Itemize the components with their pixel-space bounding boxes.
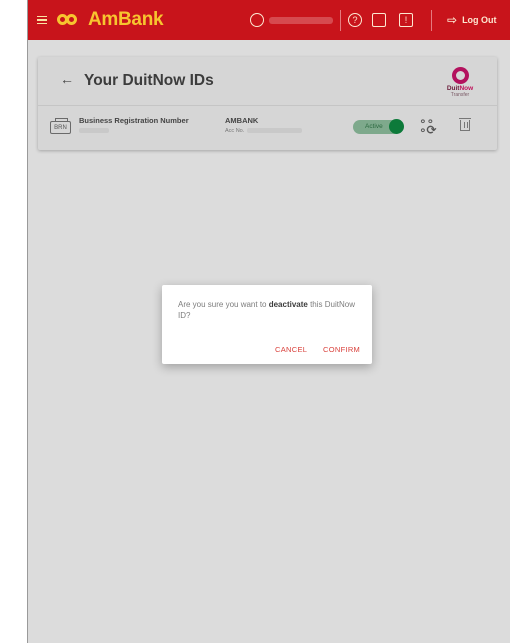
account-number: Acc No.	[225, 128, 303, 134]
bank-name: AMBANK	[225, 116, 259, 125]
card-icon	[372, 13, 386, 27]
header-divider	[340, 10, 341, 31]
delete-icon[interactable]	[459, 118, 471, 131]
header-divider	[431, 10, 432, 31]
masked-account	[247, 128, 303, 134]
logout-label: Log Out	[462, 15, 497, 25]
logout-icon: ⇨	[447, 13, 458, 27]
confirm-dialog: Are you sure you want to deactivate this…	[162, 285, 372, 364]
message-icon: !	[399, 13, 413, 27]
menu-icon[interactable]	[36, 0, 48, 40]
ambank-logo-icon	[57, 12, 82, 28]
back-arrow-icon[interactable]: ←	[60, 71, 74, 87]
duitnow-id-row: BRN Business Registration Number AMBANK …	[38, 106, 497, 150]
page-title: Your DuitNow IDs	[84, 72, 214, 89]
top-bar: AmBank ? ! ⇨ Log Out	[27, 0, 510, 40]
message-text: Are you sure you want to	[178, 300, 269, 309]
duitnow-sub: Transfer	[450, 92, 470, 98]
user-icon	[250, 13, 264, 27]
duitnow-logo: DuitNow Transfer	[440, 67, 480, 98]
message-emphasis: deactivate	[268, 300, 308, 309]
duitnow-word-b: Now	[459, 85, 474, 92]
help-button[interactable]: ?	[348, 0, 362, 40]
account-prefix: Acc No.	[225, 128, 245, 134]
duitnow-logo-icon	[451, 67, 469, 84]
link-account-icon[interactable]: ∘∘ ∘⟳	[419, 115, 437, 136]
brand-name: AmBank	[88, 9, 164, 30]
id-type-label: Business Registration Number	[79, 116, 189, 125]
toggle-knob	[389, 119, 404, 134]
app-frame: AmBank ? ! ⇨ Log Out ← Your DuitNow IDs …	[27, 0, 510, 643]
status-toggle[interactable]: Active	[353, 119, 404, 134]
masked-user-name	[269, 17, 333, 24]
help-icon: ?	[348, 13, 362, 27]
brn-badge-icon: BRN	[50, 118, 71, 134]
frame-edge	[27, 0, 28, 643]
cancel-button[interactable]: CANCEL	[275, 345, 307, 354]
brand-logo[interactable]: AmBank	[57, 0, 164, 40]
logout-button[interactable]: ⇨ Log Out	[447, 0, 497, 40]
confirm-button[interactable]: CONFIRM	[323, 345, 360, 354]
dialog-message: Are you sure you want to deactivate this…	[178, 299, 362, 321]
messages-button[interactable]: !	[399, 0, 413, 40]
user-menu[interactable]	[250, 0, 264, 40]
duitnow-ids-card: ← Your DuitNow IDs DuitNow Transfer BRN …	[38, 57, 497, 150]
duitnow-word-a: Duit	[446, 85, 460, 92]
masked-id-value	[79, 128, 109, 133]
card-button[interactable]	[372, 0, 386, 40]
status-label: Active	[365, 122, 383, 130]
